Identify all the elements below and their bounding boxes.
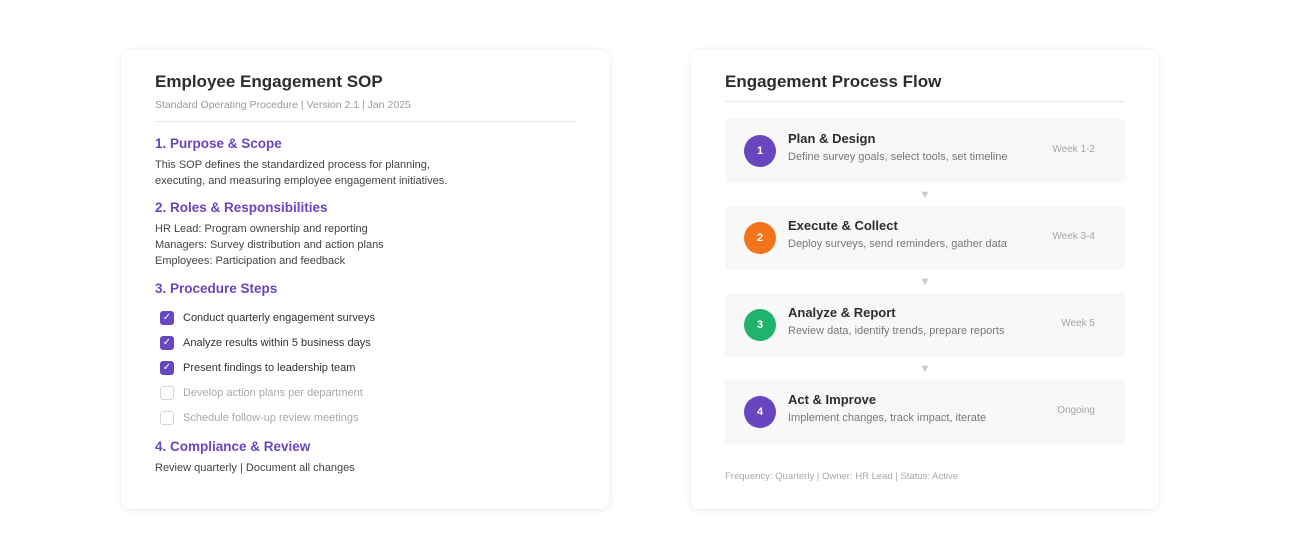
down-arrow-icon: ▼ <box>919 362 931 375</box>
role-line-hr-lead: HR Lead: Program ownership and reporting <box>155 223 368 235</box>
checklist-item: ✓ Present findings to leadership team <box>160 355 575 380</box>
checklist-item: ✓ Analyze results within 5 business days <box>160 330 575 355</box>
flow-step-card: 4 Act & Improve Implement changes, track i… <box>725 380 1125 444</box>
process-flow-card: Engagement Process Flow 1 Plan & Design De… <box>691 50 1159 509</box>
step-timing: Week 3-4 <box>1052 231 1095 242</box>
purpose-heading: 1. Purpose & Scope <box>155 136 282 151</box>
checkmark-icon: ✓ <box>162 337 172 348</box>
flow-step-card: 2 Execute & Collect Deploy surveys, send r… <box>725 206 1125 270</box>
sop-title: Employee Engagement SOP <box>155 72 383 91</box>
role-line-employees: Employees: Participation and feedback <box>155 255 346 267</box>
purpose-text: This SOP defines the standardized proces… <box>155 157 575 189</box>
step-description: Implement changes, track impact, iterate <box>788 412 987 424</box>
purpose-section: 1. Purpose & Scope This SOP defines the … <box>155 136 575 189</box>
unchecked-checkbox[interactable] <box>160 385 174 400</box>
down-arrow-icon: ▼ <box>919 275 931 288</box>
step-name: Execute & Collect <box>788 218 898 233</box>
step-number-badge: 3 <box>744 309 776 341</box>
procedure-checklist: ✓ Conduct quarterly engagement surveys ✓ An… <box>160 305 575 430</box>
step-description: Deploy surveys, send reminders, gather d… <box>788 238 1007 250</box>
role-line-managers: Managers: Survey distribution and action… <box>155 239 384 251</box>
flow-footer: Frequency: Quarterly | Owner: HR Lead | … <box>725 471 959 482</box>
roles-section: 2. Roles & Responsibilities HR Lead: Pro… <box>155 200 575 269</box>
step-number-badge: 2 <box>744 222 776 254</box>
step-timing: Week 5 <box>1061 318 1095 329</box>
sop-subtitle: Standard Operating Procedure | Version 2… <box>155 99 411 111</box>
step-description: Review data, identify trends, prepare re… <box>788 325 1005 337</box>
step-name: Analyze & Report <box>788 305 896 320</box>
step-number-badge: 1 <box>744 135 776 167</box>
unchecked-checkbox[interactable] <box>160 410 174 425</box>
roles-text: HR Lead: Program ownership and reporting… <box>155 221 575 269</box>
sop-divider <box>155 121 575 122</box>
checklist-item-label: Develop action plans per department <box>183 386 363 399</box>
checklist-item-label: Analyze results within 5 business days <box>183 336 371 349</box>
purpose-line: This SOP defines the standardized proces… <box>155 159 430 171</box>
checked-checkbox[interactable]: ✓ <box>160 335 174 350</box>
step-number-badge: 4 <box>744 396 776 428</box>
sop-card: Employee Engagement SOP Standard Operati… <box>121 50 609 509</box>
checked-checkbox[interactable]: ✓ <box>160 310 174 325</box>
checklist-item-label: Conduct quarterly engagement surveys <box>183 311 375 324</box>
compliance-heading: 4. Compliance & Review <box>155 439 311 454</box>
step-timing: Week 1-2 <box>1052 144 1095 155</box>
checklist-item-label: Schedule follow-up review meetings <box>183 411 359 424</box>
purpose-line: executing, and measuring employee engage… <box>155 175 448 187</box>
roles-heading: 2. Roles & Responsibilities <box>155 200 328 215</box>
checklist-item: Schedule follow-up review meetings <box>160 405 575 430</box>
checklist-item: Develop action plans per department <box>160 380 575 405</box>
compliance-text: Review quarterly | Document all changes <box>155 462 355 474</box>
procedure-steps-heading: 3. Procedure Steps <box>155 281 278 296</box>
flow-step-card: 3 Analyze & Report Review data, identify t… <box>725 293 1125 357</box>
checked-checkbox[interactable]: ✓ <box>160 360 174 375</box>
step-description: Define survey goals, select tools, set t… <box>788 151 1008 163</box>
checklist-item-label: Present findings to leadership team <box>183 361 356 374</box>
down-arrow-icon: ▼ <box>919 188 931 201</box>
procedure-steps-section: 3. Procedure Steps ✓ Conduct quarterly en… <box>155 281 575 430</box>
step-timing: Ongoing <box>1057 405 1095 416</box>
step-name: Plan & Design <box>788 131 876 146</box>
flow-title: Engagement Process Flow <box>725 72 942 91</box>
flow-step-card: 1 Plan & Design Define survey goals, selec… <box>725 119 1125 183</box>
process-flow-list: 1 Plan & Design Define survey goals, selec… <box>725 119 1125 444</box>
compliance-section: 4. Compliance & Review Review quarterly … <box>155 439 575 476</box>
checklist-item: ✓ Conduct quarterly engagement surveys <box>160 305 575 330</box>
checkmark-icon: ✓ <box>162 312 172 323</box>
step-name: Act & Improve <box>788 392 877 407</box>
flow-divider <box>725 101 1125 102</box>
checkmark-icon: ✓ <box>162 362 172 373</box>
